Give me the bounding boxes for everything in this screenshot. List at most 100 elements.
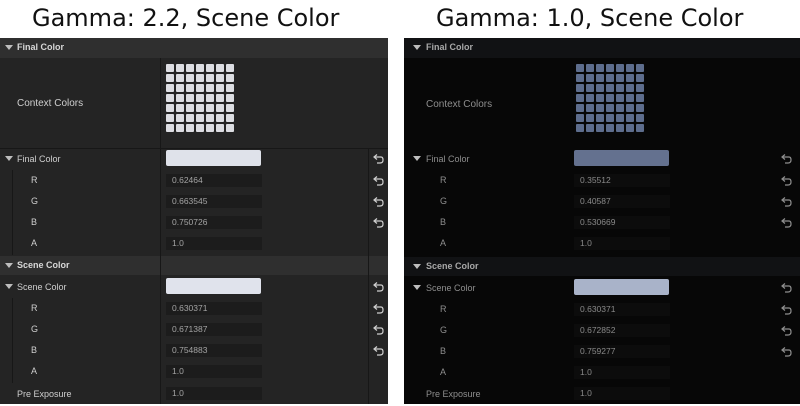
- context-color-cell[interactable]: [206, 74, 214, 82]
- collapse-triangle-icon[interactable]: [413, 285, 421, 290]
- collapse-triangle-icon[interactable]: [5, 284, 13, 289]
- context-color-cell[interactable]: [576, 114, 584, 122]
- context-color-cell[interactable]: [626, 74, 634, 82]
- context-color-cell[interactable]: [606, 64, 614, 72]
- collapse-triangle-icon[interactable]: [5, 45, 13, 50]
- context-color-cell[interactable]: [636, 114, 644, 122]
- context-color-cell[interactable]: [596, 84, 604, 92]
- context-color-cell[interactable]: [596, 104, 604, 112]
- context-color-cell[interactable]: [216, 124, 224, 132]
- scene-color-swatch[interactable]: [166, 278, 261, 294]
- context-color-cell[interactable]: [636, 84, 644, 92]
- reset-arrow-icon[interactable]: [780, 196, 792, 208]
- context-color-cell[interactable]: [196, 74, 204, 82]
- channel-value-field[interactable]: 0.754883: [166, 344, 262, 357]
- channel-value-field[interactable]: 0.630371: [574, 303, 670, 316]
- context-color-cell[interactable]: [596, 94, 604, 102]
- context-color-cell[interactable]: [596, 124, 604, 132]
- final-color-swatch[interactable]: [574, 150, 669, 166]
- context-color-cell[interactable]: [196, 84, 204, 92]
- channel-value-field[interactable]: 0.62464: [166, 174, 262, 187]
- context-color-cell[interactable]: [226, 114, 234, 122]
- context-color-cell[interactable]: [616, 104, 624, 112]
- reset-arrow-icon[interactable]: [780, 346, 792, 358]
- reset-arrow-icon[interactable]: [372, 345, 384, 357]
- context-color-cell[interactable]: [176, 94, 184, 102]
- context-color-cell[interactable]: [186, 84, 194, 92]
- context-color-cell[interactable]: [226, 124, 234, 132]
- context-color-cell[interactable]: [616, 124, 624, 132]
- reset-arrow-icon[interactable]: [372, 324, 384, 336]
- context-color-cell[interactable]: [576, 124, 584, 132]
- reset-arrow-icon[interactable]: [372, 153, 384, 165]
- reset-arrow-icon[interactable]: [372, 175, 384, 187]
- reset-arrow-icon[interactable]: [372, 196, 384, 208]
- context-color-cell[interactable]: [576, 104, 584, 112]
- channel-value-field[interactable]: 0.671387: [166, 323, 262, 336]
- reset-arrow-icon[interactable]: [780, 325, 792, 337]
- context-color-cell[interactable]: [226, 74, 234, 82]
- context-color-cell[interactable]: [166, 114, 174, 122]
- context-color-cell[interactable]: [186, 64, 194, 72]
- context-color-cell[interactable]: [606, 104, 614, 112]
- context-color-cell[interactable]: [166, 84, 174, 92]
- context-color-cell[interactable]: [596, 74, 604, 82]
- context-color-cell[interactable]: [216, 84, 224, 92]
- context-color-cell[interactable]: [196, 124, 204, 132]
- channel-value-field[interactable]: 1.0: [166, 365, 262, 378]
- context-color-cell[interactable]: [206, 114, 214, 122]
- reset-arrow-icon[interactable]: [372, 217, 384, 229]
- collapse-triangle-icon[interactable]: [413, 264, 421, 269]
- context-color-cell[interactable]: [606, 114, 614, 122]
- context-color-cell[interactable]: [216, 64, 224, 72]
- reset-arrow-icon[interactable]: [372, 281, 384, 293]
- context-color-cell[interactable]: [166, 104, 174, 112]
- channel-value-field[interactable]: 0.663545: [166, 195, 262, 208]
- context-color-cell[interactable]: [616, 64, 624, 72]
- context-color-cell[interactable]: [576, 64, 584, 72]
- context-color-cell[interactable]: [186, 74, 194, 82]
- scene-color-swatch[interactable]: [574, 279, 669, 295]
- context-color-cell[interactable]: [196, 114, 204, 122]
- context-color-cell[interactable]: [226, 94, 234, 102]
- context-color-cell[interactable]: [206, 84, 214, 92]
- context-color-cell[interactable]: [216, 74, 224, 82]
- context-color-cell[interactable]: [606, 94, 614, 102]
- context-color-cell[interactable]: [626, 94, 634, 102]
- context-color-cell[interactable]: [166, 74, 174, 82]
- section-header-final-color[interactable]: Final Color: [0, 38, 388, 58]
- context-color-cell[interactable]: [166, 94, 174, 102]
- channel-value-field[interactable]: 0.530669: [574, 216, 670, 229]
- channel-value-field[interactable]: 1.0: [574, 366, 670, 379]
- context-color-cell[interactable]: [586, 104, 594, 112]
- context-color-cell[interactable]: [176, 104, 184, 112]
- context-color-cell[interactable]: [226, 84, 234, 92]
- context-color-cell[interactable]: [226, 104, 234, 112]
- context-color-cell[interactable]: [626, 64, 634, 72]
- context-color-cell[interactable]: [196, 104, 204, 112]
- context-color-cell[interactable]: [216, 94, 224, 102]
- context-color-cell[interactable]: [586, 64, 594, 72]
- context-color-cell[interactable]: [176, 74, 184, 82]
- collapse-triangle-icon[interactable]: [413, 156, 421, 161]
- context-color-cell[interactable]: [636, 104, 644, 112]
- context-color-cell[interactable]: [606, 124, 614, 132]
- context-color-cell[interactable]: [186, 104, 194, 112]
- pre-exposure-field[interactable]: 1.0: [574, 387, 670, 400]
- context-color-cell[interactable]: [196, 94, 204, 102]
- context-color-cell[interactable]: [206, 94, 214, 102]
- context-color-cell[interactable]: [596, 64, 604, 72]
- reset-arrow-icon[interactable]: [780, 304, 792, 316]
- context-color-cell[interactable]: [176, 64, 184, 72]
- section-header-final-color[interactable]: Final Color: [404, 38, 800, 58]
- context-color-cell[interactable]: [586, 114, 594, 122]
- context-color-cell[interactable]: [186, 114, 194, 122]
- context-color-cell[interactable]: [606, 84, 614, 92]
- context-color-cell[interactable]: [636, 124, 644, 132]
- context-color-cell[interactable]: [616, 84, 624, 92]
- channel-value-field[interactable]: 1.0: [166, 237, 262, 250]
- channel-value-field[interactable]: 0.672852: [574, 324, 670, 337]
- context-color-cell[interactable]: [586, 94, 594, 102]
- context-color-cell[interactable]: [576, 94, 584, 102]
- final-color-swatch[interactable]: [166, 150, 261, 166]
